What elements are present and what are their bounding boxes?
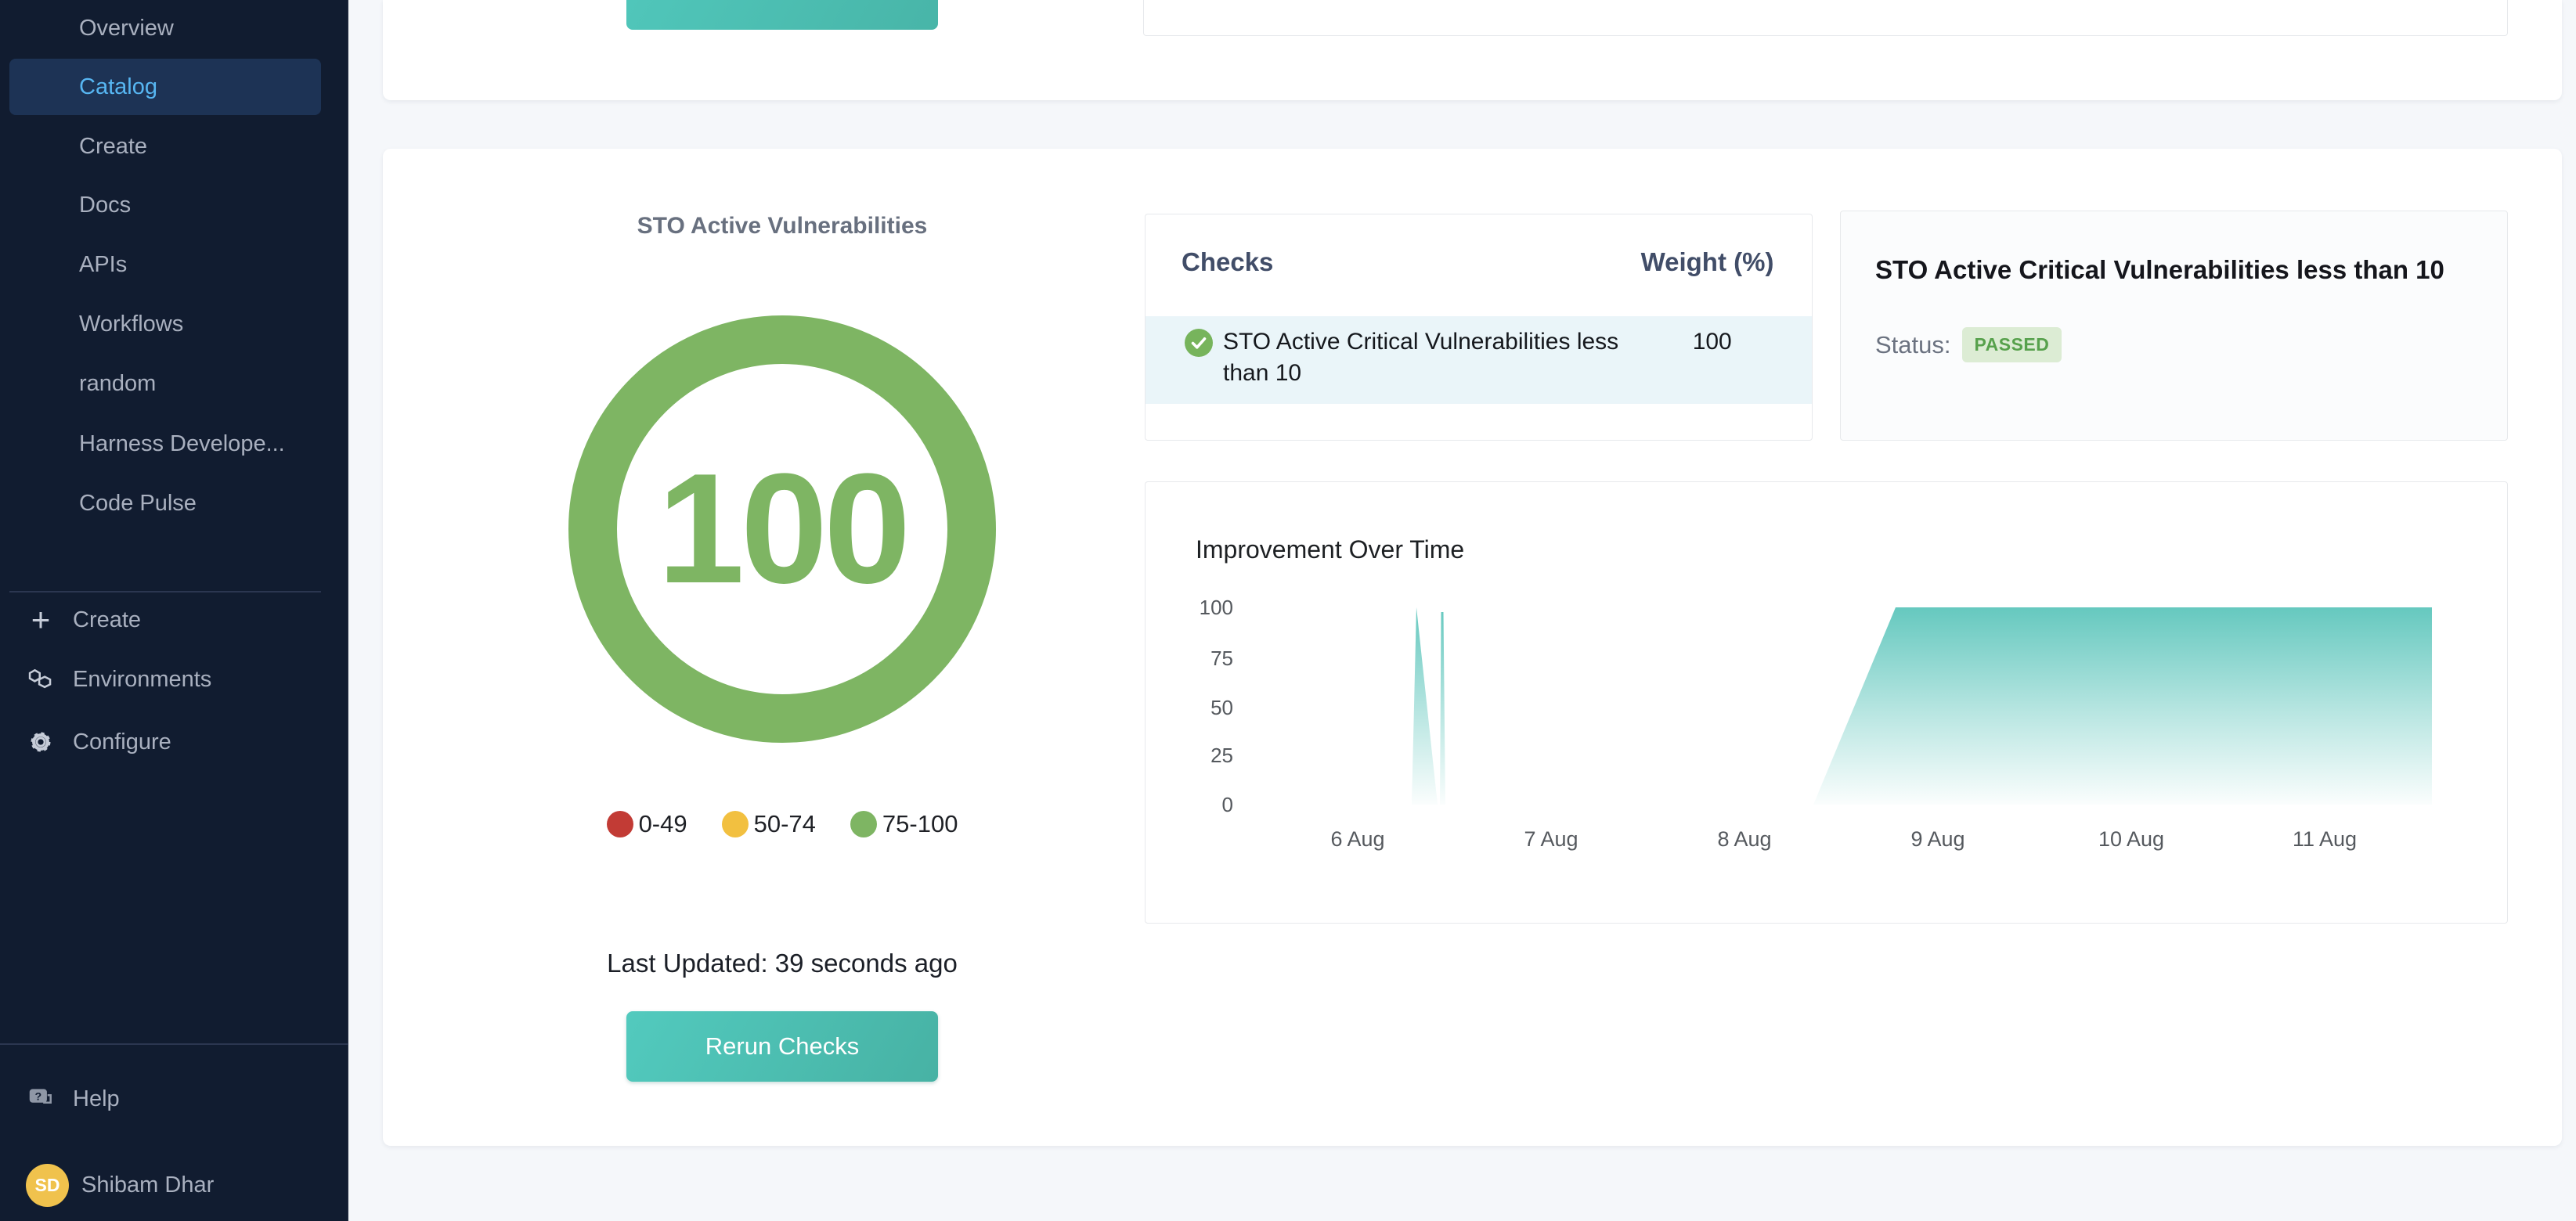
score-gauge-section: STO Active Vulnerabilities 100 0-49 50-7… — [383, 149, 1182, 1146]
legend-dot-red — [607, 811, 633, 837]
sidebar-item-apis[interactable]: APIs — [0, 236, 348, 293]
sidebar-item-overview[interactable]: Overview — [0, 0, 348, 56]
last-updated-text: Last Updated: 39 seconds ago — [383, 949, 1182, 978]
legend-dot-green — [850, 811, 877, 837]
sidebar-action-label: Create — [73, 607, 141, 633]
legend-label: 75-100 — [882, 810, 958, 838]
area-spike-1 — [1412, 607, 1438, 805]
checks-column-header: Checks — [1182, 247, 1639, 277]
legend-label: 50-74 — [754, 810, 816, 838]
sidebar-item-random[interactable]: random — [0, 355, 348, 412]
status-badge: PASSED — [1962, 327, 2062, 362]
sidebar-item-docs[interactable]: Docs — [0, 177, 348, 233]
sidebar-item-harness-developer[interactable]: Harness Develope... — [0, 416, 348, 472]
previous-chart-card-partial — [1143, 0, 2508, 36]
checks-table-header: Checks Weight (%) — [1145, 247, 1812, 277]
sidebar-action-label: Environments — [73, 667, 211, 693]
legend-item-high: 75-100 — [850, 810, 958, 838]
check-passed-icon — [1185, 329, 1213, 357]
check-weight: 100 — [1648, 326, 1776, 358]
x-tick-10aug: 10 Aug — [2098, 827, 2164, 851]
y-tick-50: 50 — [1210, 696, 1233, 719]
scorecard-detail-card: STO Active Vulnerabilities 100 0-49 50-7… — [383, 149, 2562, 1146]
x-tick-9aug: 9 Aug — [1910, 827, 1964, 851]
weight-column-header: Weight (%) — [1639, 247, 1776, 277]
status-label: Status: — [1875, 331, 1951, 359]
help-icon: ? — [26, 1084, 56, 1114]
y-tick-0: 0 — [1222, 793, 1233, 816]
sidebar-action-create[interactable]: + Create — [0, 596, 348, 643]
sidebar-action-environments[interactable]: Environments — [0, 656, 348, 703]
checks-table-card: Checks Weight (%) STO Active Critical Vu… — [1145, 214, 1813, 441]
rerun-checks-button[interactable]: Rerun Checks — [626, 1011, 938, 1082]
sidebar-item-code-pulse[interactable]: Code Pulse — [0, 475, 348, 531]
scorecard-title: STO Active Vulnerabilities — [383, 213, 1182, 240]
x-tick-7aug: 7 Aug — [1524, 827, 1578, 851]
sidebar-help[interactable]: ? Help — [0, 1075, 348, 1122]
sidebar-action-configure[interactable]: Configure — [0, 719, 348, 765]
sidebar-bottom-divider — [0, 1043, 348, 1045]
sidebar-item-create[interactable]: Create — [0, 118, 348, 175]
y-tick-100: 100 — [1200, 596, 1233, 619]
sidebar-item-workflows[interactable]: Workflows — [0, 296, 348, 352]
user-name: Shibam Dhar — [81, 1172, 214, 1198]
avatar: SD — [26, 1164, 69, 1207]
score-legend: 0-49 50-74 75-100 — [383, 810, 1182, 838]
gear-icon — [26, 727, 56, 757]
check-detail-title: STO Active Critical Vulnerabilities less… — [1875, 255, 2473, 285]
help-label: Help — [73, 1086, 120, 1112]
score-gauge: 100 — [568, 315, 996, 743]
sidebar: Overview Catalog Create Docs APIs Workfl… — [0, 0, 348, 1221]
legend-dot-yellow — [722, 811, 749, 837]
legend-label: 0-49 — [639, 810, 687, 838]
y-tick-25: 25 — [1210, 744, 1233, 767]
check-detail-panel: STO Active Critical Vulnerabilities less… — [1840, 211, 2508, 441]
x-tick-6aug: 6 Aug — [1330, 827, 1384, 851]
table-row[interactable]: STO Active Critical Vulnerabilities less… — [1145, 316, 1812, 404]
scorecard-page: Overview Catalog Create Docs APIs Workfl… — [0, 0, 2576, 1221]
legend-item-low: 0-49 — [607, 810, 687, 838]
sidebar-action-label: Configure — [73, 729, 171, 755]
status-row: Status: PASSED — [1875, 327, 2062, 362]
legend-item-mid: 50-74 — [722, 810, 816, 838]
sidebar-item-catalog[interactable]: Catalog — [9, 59, 321, 115]
check-name: STO Active Critical Vulnerabilities less… — [1223, 326, 1648, 389]
plus-icon: + — [26, 605, 56, 635]
y-tick-75: 75 — [1210, 647, 1233, 670]
area-spike-2 — [1440, 612, 1445, 805]
x-tick-8aug: 8 Aug — [1717, 827, 1771, 851]
user-menu[interactable]: SD Shibam Dhar — [0, 1162, 348, 1208]
improvement-chart-card: Improvement Over Time 100 75 50 25 0 — [1145, 481, 2508, 924]
sidebar-divider — [9, 591, 321, 592]
previous-scorecard-card-partial — [383, 0, 2562, 100]
score-value: 100 — [568, 315, 996, 743]
svg-text:?: ? — [34, 1091, 41, 1104]
area-main — [1813, 607, 2432, 805]
previous-rerun-button-partial[interactable] — [626, 0, 938, 30]
x-tick-11aug: 11 Aug — [2293, 827, 2357, 851]
environments-icon — [26, 665, 56, 694]
improvement-area-chart: 100 75 50 25 0 6 Aug 7 Aug 8 Aug 9 Aug 1… — [1145, 482, 2509, 924]
